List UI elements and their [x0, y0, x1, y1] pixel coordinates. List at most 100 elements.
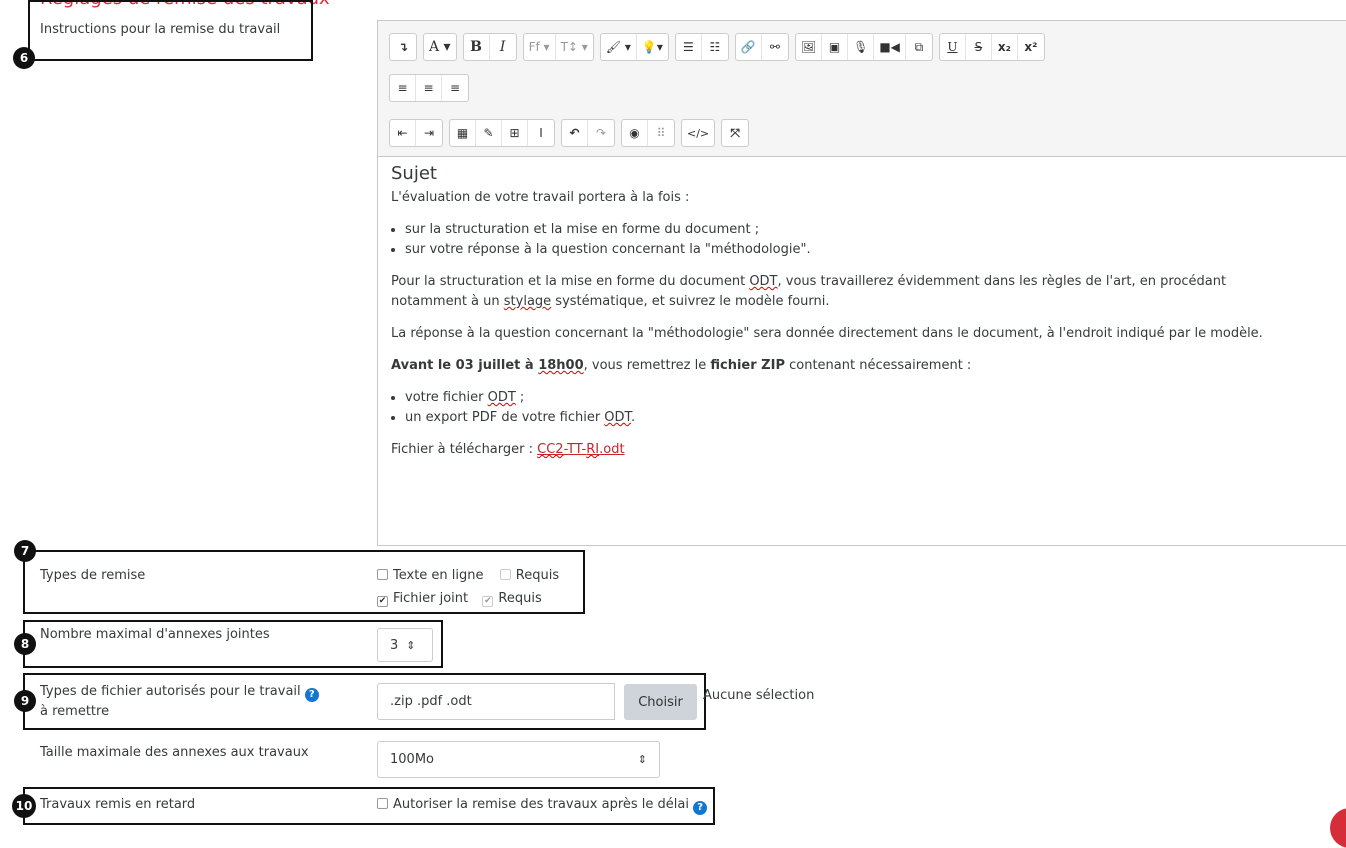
help-icon[interactable]: ?: [693, 800, 708, 815]
clear-formatting-icon[interactable]: Ⅰ: [528, 120, 554, 146]
online-required-label: Requis: [515, 568, 560, 583]
max-size-value: 100Mo: [390, 752, 434, 767]
text-span: Fichier à télécharger :: [391, 442, 538, 457]
file-required-checkbox: ✔: [482, 596, 494, 607]
select-arrows-icon: ⇕: [406, 638, 416, 652]
max-files-label: Nombre maximal d'annexes jointes: [40, 627, 270, 642]
text-span: .odt: [599, 442, 625, 457]
late-submission-checkbox[interactable]: [377, 798, 388, 809]
online-text-label: Texte en ligne: [393, 568, 484, 583]
insert-arrow-icon[interactable]: ↴: [390, 34, 416, 60]
indent-icon[interactable]: ⇥: [416, 120, 442, 146]
content-paragraph-method: La réponse à la question concernant la "…: [391, 326, 1263, 341]
text-span: stylage: [503, 294, 552, 309]
content-intro: L'évaluation de votre travail portera à …: [391, 190, 690, 205]
audio-record-icon[interactable]: 🎙: [848, 34, 875, 60]
file-submission-label: Fichier joint: [393, 591, 469, 606]
font-size-icon[interactable]: T↕ ▾: [556, 34, 593, 60]
text-span: .: [630, 410, 636, 425]
text-span: ODT: [487, 390, 516, 405]
undo-icon[interactable]: ↶: [562, 120, 588, 146]
video-record-icon[interactable]: ■◀: [874, 34, 906, 60]
font-color-icon[interactable]: A ▾: [424, 34, 456, 60]
annotation-badge-10: 10: [12, 794, 36, 818]
numbered-list-icon[interactable]: ☷: [702, 34, 728, 60]
superscript-icon[interactable]: x²: [1018, 34, 1044, 60]
late-submission-option[interactable]: Autoriser la remise des travaux après le…: [377, 797, 708, 815]
max-size-select[interactable]: 100Mo ⇕: [377, 741, 660, 778]
text-span: 18h00: [538, 358, 584, 373]
text-span: , vous remettrez le: [583, 358, 711, 373]
text-span: , vous travaillerez évidemment dans les …: [777, 274, 1227, 289]
text-span: systématique, et suivrez le modèle fourn…: [551, 294, 830, 309]
content-download: Fichier à télécharger : CC2-TT-RI.odt: [391, 440, 1341, 460]
manage-files-icon[interactable]: ⧉: [906, 34, 932, 60]
accessibility-checker-icon[interactable]: ◉: [622, 120, 648, 146]
online-text-option[interactable]: Texte en ligne Requis: [377, 568, 559, 583]
toolbar-row-1: ↴ A ▾ B I Ff ▾ T↕ ▾ 🖌 ▾ 💡▾ ☰ ☷ 🔗 ⚯ 🖼 ▣ 🎙…: [389, 33, 1045, 61]
floating-action-button[interactable]: [1330, 808, 1346, 848]
text-span: contenant nécessairement :: [784, 358, 972, 373]
instructions-label: Instructions pour la remise du travail: [40, 22, 281, 37]
strikethrough-icon[interactable]: S: [966, 34, 992, 60]
text-span: RI: [586, 442, 600, 457]
subscript-icon[interactable]: x₂: [992, 34, 1018, 60]
screenreader-helper-icon[interactable]: ⠿: [648, 120, 674, 146]
italic-icon[interactable]: I: [490, 34, 516, 60]
file-types-input[interactable]: .zip .pdf .odt: [377, 683, 615, 720]
late-submission-checkbox-label: Autoriser la remise des travaux après le…: [393, 797, 689, 812]
text-span: ;: [515, 390, 525, 405]
annotation-badge-6: 6: [13, 47, 35, 69]
list-item: sur la structuration et la mise en forme…: [405, 220, 1341, 240]
link-icon[interactable]: 🔗: [736, 34, 762, 60]
editor-content[interactable]: Sujet L'évaluation de votre travail port…: [391, 164, 1341, 472]
text-span: CC2: [537, 442, 564, 457]
redo-icon[interactable]: ↷: [588, 120, 614, 146]
align-center-icon[interactable]: ≡: [416, 75, 442, 101]
choose-button[interactable]: Choisir: [624, 684, 697, 720]
max-files-select[interactable]: 3 ⇕: [377, 628, 433, 662]
media-icon[interactable]: ▣: [822, 34, 849, 60]
background-brush-icon[interactable]: 🖌 ▾: [601, 34, 637, 60]
annotation-badge-8: 8: [14, 633, 36, 655]
highlight-icon[interactable]: 💡▾: [637, 34, 668, 60]
align-right-icon[interactable]: ≡: [442, 75, 468, 101]
editor-toolbar: ↴ A ▾ B I Ff ▾ T↕ ▾ 🖌 ▾ 💡▾ ☰ ☷ 🔗 ⚯ 🖼 ▣ 🎙…: [378, 21, 1346, 157]
help-icon[interactable]: ?: [304, 688, 319, 702]
unlink-icon[interactable]: ⚯: [762, 34, 788, 60]
file-types-label-line1: Types de fichier autorisés pour le trava…: [40, 684, 301, 699]
annotation-badge-7: 7: [14, 540, 36, 562]
content-bullets-2: votre fichier ODT ; un export PDF de vot…: [391, 388, 1341, 428]
table-icon[interactable]: ⊞: [502, 120, 528, 146]
edit-icon[interactable]: ✎: [476, 120, 502, 146]
bold-icon[interactable]: B: [464, 34, 490, 60]
max-size-label: Taille maximale des annexes aux travaux: [40, 745, 309, 760]
align-left-icon[interactable]: ≡: [390, 75, 416, 101]
no-selection-text: Aucune sélection: [703, 688, 815, 703]
text-span: fichier ZIP: [710, 358, 785, 373]
submission-types-label: Types de remise: [40, 568, 146, 583]
file-submission-checkbox[interactable]: ✔: [377, 596, 388, 607]
bullet-list-icon[interactable]: ☰: [676, 34, 702, 60]
outdent-icon[interactable]: ⇤: [390, 120, 416, 146]
toolbar-row-2: ≡ ≡ ≡: [389, 74, 469, 102]
annotation-badge-9: 9: [14, 690, 36, 712]
text-span: un export PDF de votre fichier: [405, 410, 605, 425]
file-required-label: Requis: [498, 591, 542, 606]
text-span: Pour la structuration et la mise en form…: [391, 274, 750, 289]
max-files-value: 3: [390, 637, 399, 653]
fullscreen-icon[interactable]: ⤧: [722, 120, 748, 146]
rich-text-editor[interactable]: ↴ A ▾ B I Ff ▾ T↕ ▾ 🖌 ▾ 💡▾ ☰ ☷ 🔗 ⚯ 🖼 ▣ 🎙…: [377, 20, 1346, 546]
equation-icon[interactable]: ▦: [450, 120, 476, 146]
download-link[interactable]: CC2-TT-RI.odt: [537, 442, 624, 457]
image-icon[interactable]: 🖼: [796, 34, 823, 60]
list-item: un export PDF de votre fichier ODT.: [405, 408, 1341, 428]
underline-icon[interactable]: U: [940, 34, 966, 60]
html-icon[interactable]: </>: [682, 120, 714, 146]
font-family-icon[interactable]: Ff ▾: [524, 34, 556, 60]
file-submission-option[interactable]: ✔ Fichier joint ✔ Requis: [377, 591, 542, 607]
select-arrows-icon: ⇕: [637, 753, 647, 766]
online-text-checkbox[interactable]: [377, 569, 388, 580]
content-paragraph-structure: Pour la structuration et la mise en form…: [391, 272, 1341, 312]
text-span: ODT: [604, 410, 631, 425]
